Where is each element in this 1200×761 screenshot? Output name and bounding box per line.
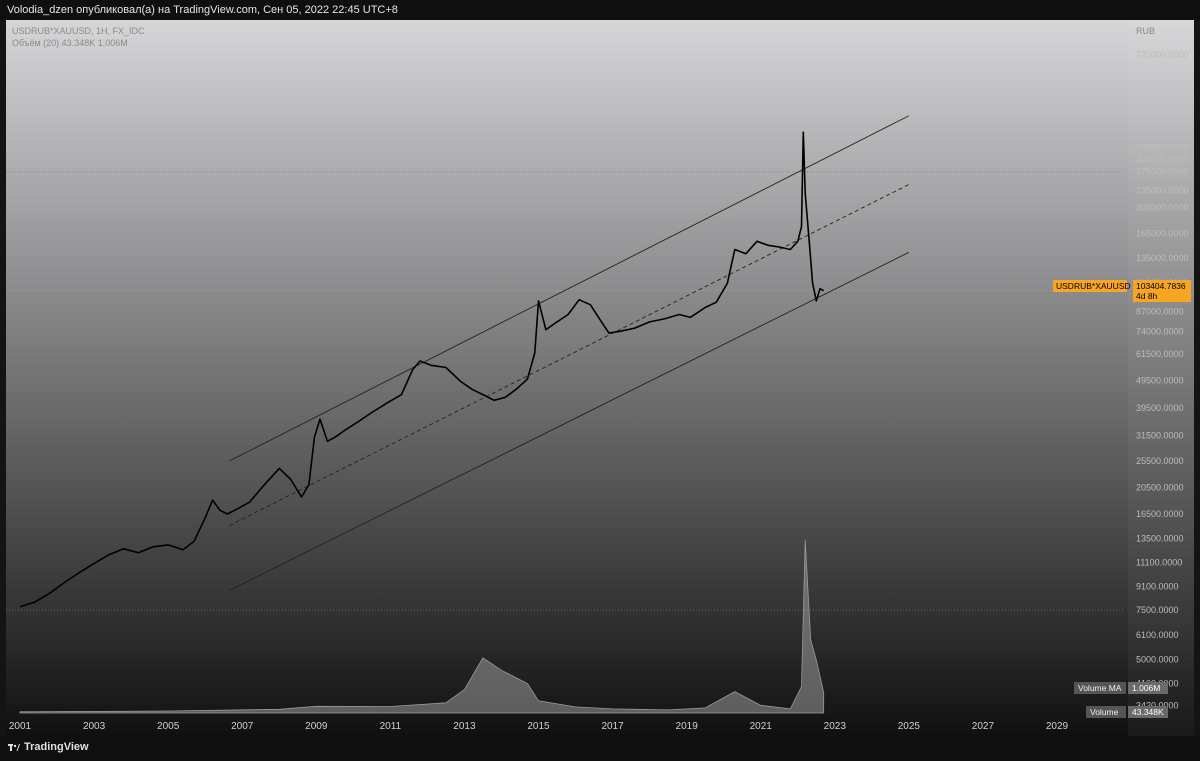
volume-value: 43.348K: [1132, 707, 1164, 717]
y-tick-label: 235000.0000: [1136, 186, 1189, 196]
volume-ma-value: 1.006M: [1132, 683, 1160, 693]
y-tick-label: 720000.0000: [1136, 49, 1189, 59]
publisher-bar: Volodia_dzen опубликовал(а) на TradingVi…: [0, 0, 1200, 20]
y-tick-label: 205000.0000: [1136, 202, 1189, 212]
legend-symbol[interactable]: USDRUB*XAUUSD, 1Н, FX_IDC: [12, 26, 145, 36]
y-tick-label: 61500.0000: [1136, 349, 1184, 359]
y-tick-label: 74000.0000: [1136, 326, 1184, 336]
y-tick-label: 165000.0000: [1136, 229, 1189, 239]
y-tick-label: 87000.0000: [1136, 307, 1184, 317]
price-tag-symbol: USDRUB*XAUUSD: [1056, 281, 1131, 291]
y-tick-label: 25500.0000: [1136, 456, 1184, 466]
y-tick-label: 305000.0000: [1136, 154, 1189, 164]
y-tick-label: 49500.0000: [1136, 375, 1184, 385]
y-tick-label: 20500.0000: [1136, 483, 1184, 493]
x-tick-label: 2003: [83, 721, 106, 732]
time-axis-ticks: 2001 2003 2005 2007 2009 2011 2013 2015 2017 2019…: [9, 721, 1069, 732]
x-tick-label: 2019: [676, 721, 699, 732]
tradingview-logo[interactable]: TradingView: [8, 741, 89, 753]
volume-ma-label: Volume MA: [1078, 683, 1122, 693]
y-tick-label: 16500.0000: [1136, 509, 1184, 519]
x-tick-label: 2025: [898, 721, 921, 732]
x-tick-label: 2015: [527, 721, 550, 732]
y-tick-label: 5000.0000: [1136, 654, 1179, 664]
x-tick-label: 2011: [380, 721, 402, 732]
x-tick-label: 2007: [231, 721, 254, 732]
x-tick-label: 2001: [9, 721, 32, 732]
footer-bar: TradingView: [0, 736, 1200, 761]
x-tick-label: 2009: [305, 721, 328, 732]
price-chart[interactable]: 720000.0000 335000.0000305000.0000 275000.…: [6, 20, 1194, 736]
price-tag-value: 103404.7836: [1136, 281, 1186, 291]
x-tick-label: 2029: [1046, 721, 1069, 732]
currency-label: RUB: [1136, 26, 1155, 36]
y-tick-label: 135000.0000: [1136, 253, 1189, 263]
y-tick-label: 31500.0000: [1136, 430, 1184, 440]
chart-panel[interactable]: 720000.0000 335000.0000 305000.0000 275000.…: [6, 20, 1194, 736]
x-tick-label: 2013: [453, 721, 476, 732]
y-tick-label: 11100.0000: [1136, 557, 1182, 567]
volume-label: Volume: [1090, 707, 1119, 717]
x-tick-label: 2023: [824, 721, 847, 732]
brand-text: TradingView: [24, 741, 89, 753]
y-tick-label: 39500.0000: [1136, 403, 1184, 413]
chart-background: [6, 20, 1194, 736]
legend-volume[interactable]: Объём (20) 43.348K 1.006M: [12, 38, 128, 48]
tradingview-icon: [8, 744, 20, 752]
volume-ma-tag: Volume MA 1.006M: [1074, 682, 1168, 694]
y-tick-label: 335000.0000: [1136, 143, 1189, 153]
publisher-line: Volodia_dzen опубликовал(а) на TradingVi…: [7, 4, 398, 16]
y-tick-label: 7500.0000: [1136, 605, 1179, 615]
x-tick-label: 2005: [157, 721, 180, 732]
y-tick-label: 275000.0000: [1136, 167, 1189, 177]
y-tick-label: 6100.0000: [1136, 630, 1179, 640]
x-tick-label: 2027: [972, 721, 995, 732]
x-tick-label: 2021: [750, 721, 773, 732]
y-tick-label: 9100.0000: [1136, 581, 1179, 591]
x-tick-label: 2017: [601, 721, 624, 732]
y-tick-label: 13500.0000: [1136, 533, 1184, 543]
price-tag-countdown: 4d 8h: [1136, 291, 1158, 301]
